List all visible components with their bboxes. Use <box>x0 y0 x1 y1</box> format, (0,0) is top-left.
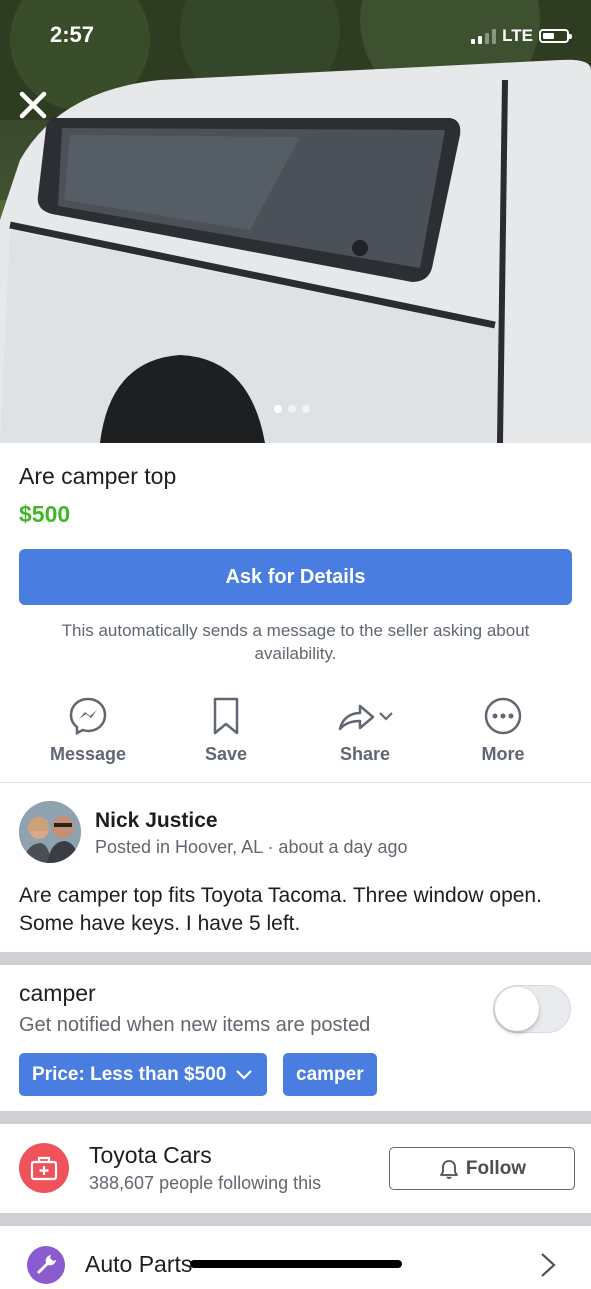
message-button[interactable]: Message <box>28 690 148 765</box>
chip-label: Price: Less than $500 <box>32 1063 227 1085</box>
pager-dot[interactable] <box>288 405 296 413</box>
save-button[interactable]: Save <box>166 690 286 765</box>
share-icon <box>305 690 425 742</box>
chevron-down-icon <box>236 1069 253 1080</box>
helper-text: This automatically sends a message to th… <box>61 621 530 663</box>
action-label: More <box>481 744 525 764</box>
action-row: Message Save Share More <box>0 690 591 782</box>
pager-dot[interactable] <box>302 405 310 413</box>
section-separator <box>0 1213 591 1226</box>
action-label: Share <box>339 744 391 764</box>
pager-dot[interactable] <box>274 405 282 413</box>
saved-search-subtitle: Get notified when new items are posted <box>19 1014 371 1036</box>
group-name[interactable]: Toyota Cars <box>89 1142 212 1169</box>
section-separator <box>0 1111 591 1124</box>
truck-photo <box>0 0 591 443</box>
seller-meta: Posted in Hoover, AL · about a day ago <box>95 837 408 857</box>
close-icon[interactable] <box>14 86 52 124</box>
ask-for-details-button[interactable]: Ask for Details <box>19 549 572 605</box>
notify-toggle[interactable] <box>493 985 571 1033</box>
bell-icon <box>440 1159 458 1179</box>
seller-name[interactable]: Nick Justice <box>95 809 218 833</box>
battery-icon <box>539 29 572 43</box>
listing-title: Are camper top <box>19 463 177 489</box>
network-label: LTE <box>502 26 533 45</box>
price-filter-chip[interactable]: Price: Less than $500 <box>19 1053 268 1096</box>
action-label: Message <box>49 744 127 764</box>
messenger-icon <box>28 690 148 742</box>
category-auto-parts[interactable]: Auto Parts <box>85 1251 192 1278</box>
follow-button[interactable]: Follow <box>389 1147 575 1190</box>
chevron-right-icon[interactable] <box>538 1251 558 1279</box>
saved-search-title: camper <box>19 980 96 1006</box>
bookmark-icon <box>166 690 286 742</box>
chip-label: camper <box>296 1063 364 1085</box>
status-time: 2:57 <box>50 22 95 47</box>
action-label: Save <box>204 744 248 764</box>
toolbox-icon <box>19 1143 69 1193</box>
more-icon <box>443 690 563 742</box>
wrench-icon <box>27 1246 65 1284</box>
home-indicator[interactable] <box>190 1260 402 1268</box>
more-button[interactable]: More <box>443 690 563 765</box>
section-separator <box>0 952 591 965</box>
listing-photo[interactable]: 2:57 LTE <box>0 0 591 443</box>
avatar[interactable] <box>19 801 81 863</box>
divider <box>0 782 591 783</box>
keyword-chip[interactable]: camper <box>283 1053 377 1096</box>
share-button[interactable]: Share <box>305 690 425 765</box>
follow-label: Follow <box>465 1157 527 1179</box>
photo-pager[interactable] <box>274 405 310 413</box>
group-followers: 388,607 people following this <box>89 1173 322 1193</box>
listing-price: $500 <box>19 501 71 527</box>
listing-description: Are camper top fits Toyota Tacoma. Three… <box>19 884 542 935</box>
signal-icon <box>471 28 497 44</box>
toggle-knob <box>495 987 539 1031</box>
status-indicators: LTE <box>471 26 572 46</box>
